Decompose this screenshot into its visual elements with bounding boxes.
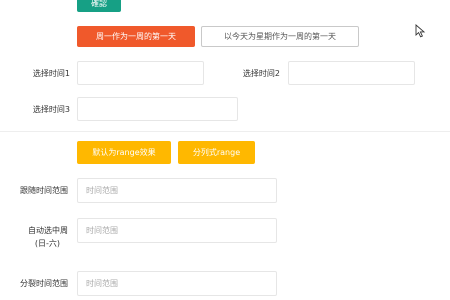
auto-week-label-line2: (日-六)	[34, 239, 60, 248]
default-range-button[interactable]: 默认为range效果	[77, 141, 171, 164]
select-time-3-label: 选择时间3	[32, 105, 70, 114]
today-first-day-button[interactable]: 以今天为星期作为一周的第一天	[201, 26, 359, 47]
select-time-1-label: 选择时间1	[32, 69, 70, 78]
monday-first-day-button[interactable]: 周一作为一周的第一天	[77, 26, 195, 47]
follow-range-input[interactable]: 时间范围	[77, 178, 277, 203]
select-time-3-input[interactable]	[77, 97, 238, 121]
select-time-1-input[interactable]	[77, 61, 204, 85]
confirm-button[interactable]: 確認	[77, 0, 121, 12]
split-range-label: 分裂时间范围	[20, 279, 68, 288]
section-divider	[0, 131, 450, 132]
split-range-button[interactable]: 分列式range	[178, 141, 255, 164]
split-range-input[interactable]: 时间范围	[77, 271, 277, 296]
auto-week-range-input[interactable]: 时间范围	[77, 218, 277, 243]
select-time-2-input[interactable]	[288, 61, 415, 85]
follow-range-label: 跟随时间范围	[20, 186, 68, 195]
select-time-2-label: 选择时间2	[242, 69, 280, 78]
auto-week-label-line1: 自动选中周	[28, 226, 68, 235]
mouse-cursor-icon	[415, 24, 426, 38]
